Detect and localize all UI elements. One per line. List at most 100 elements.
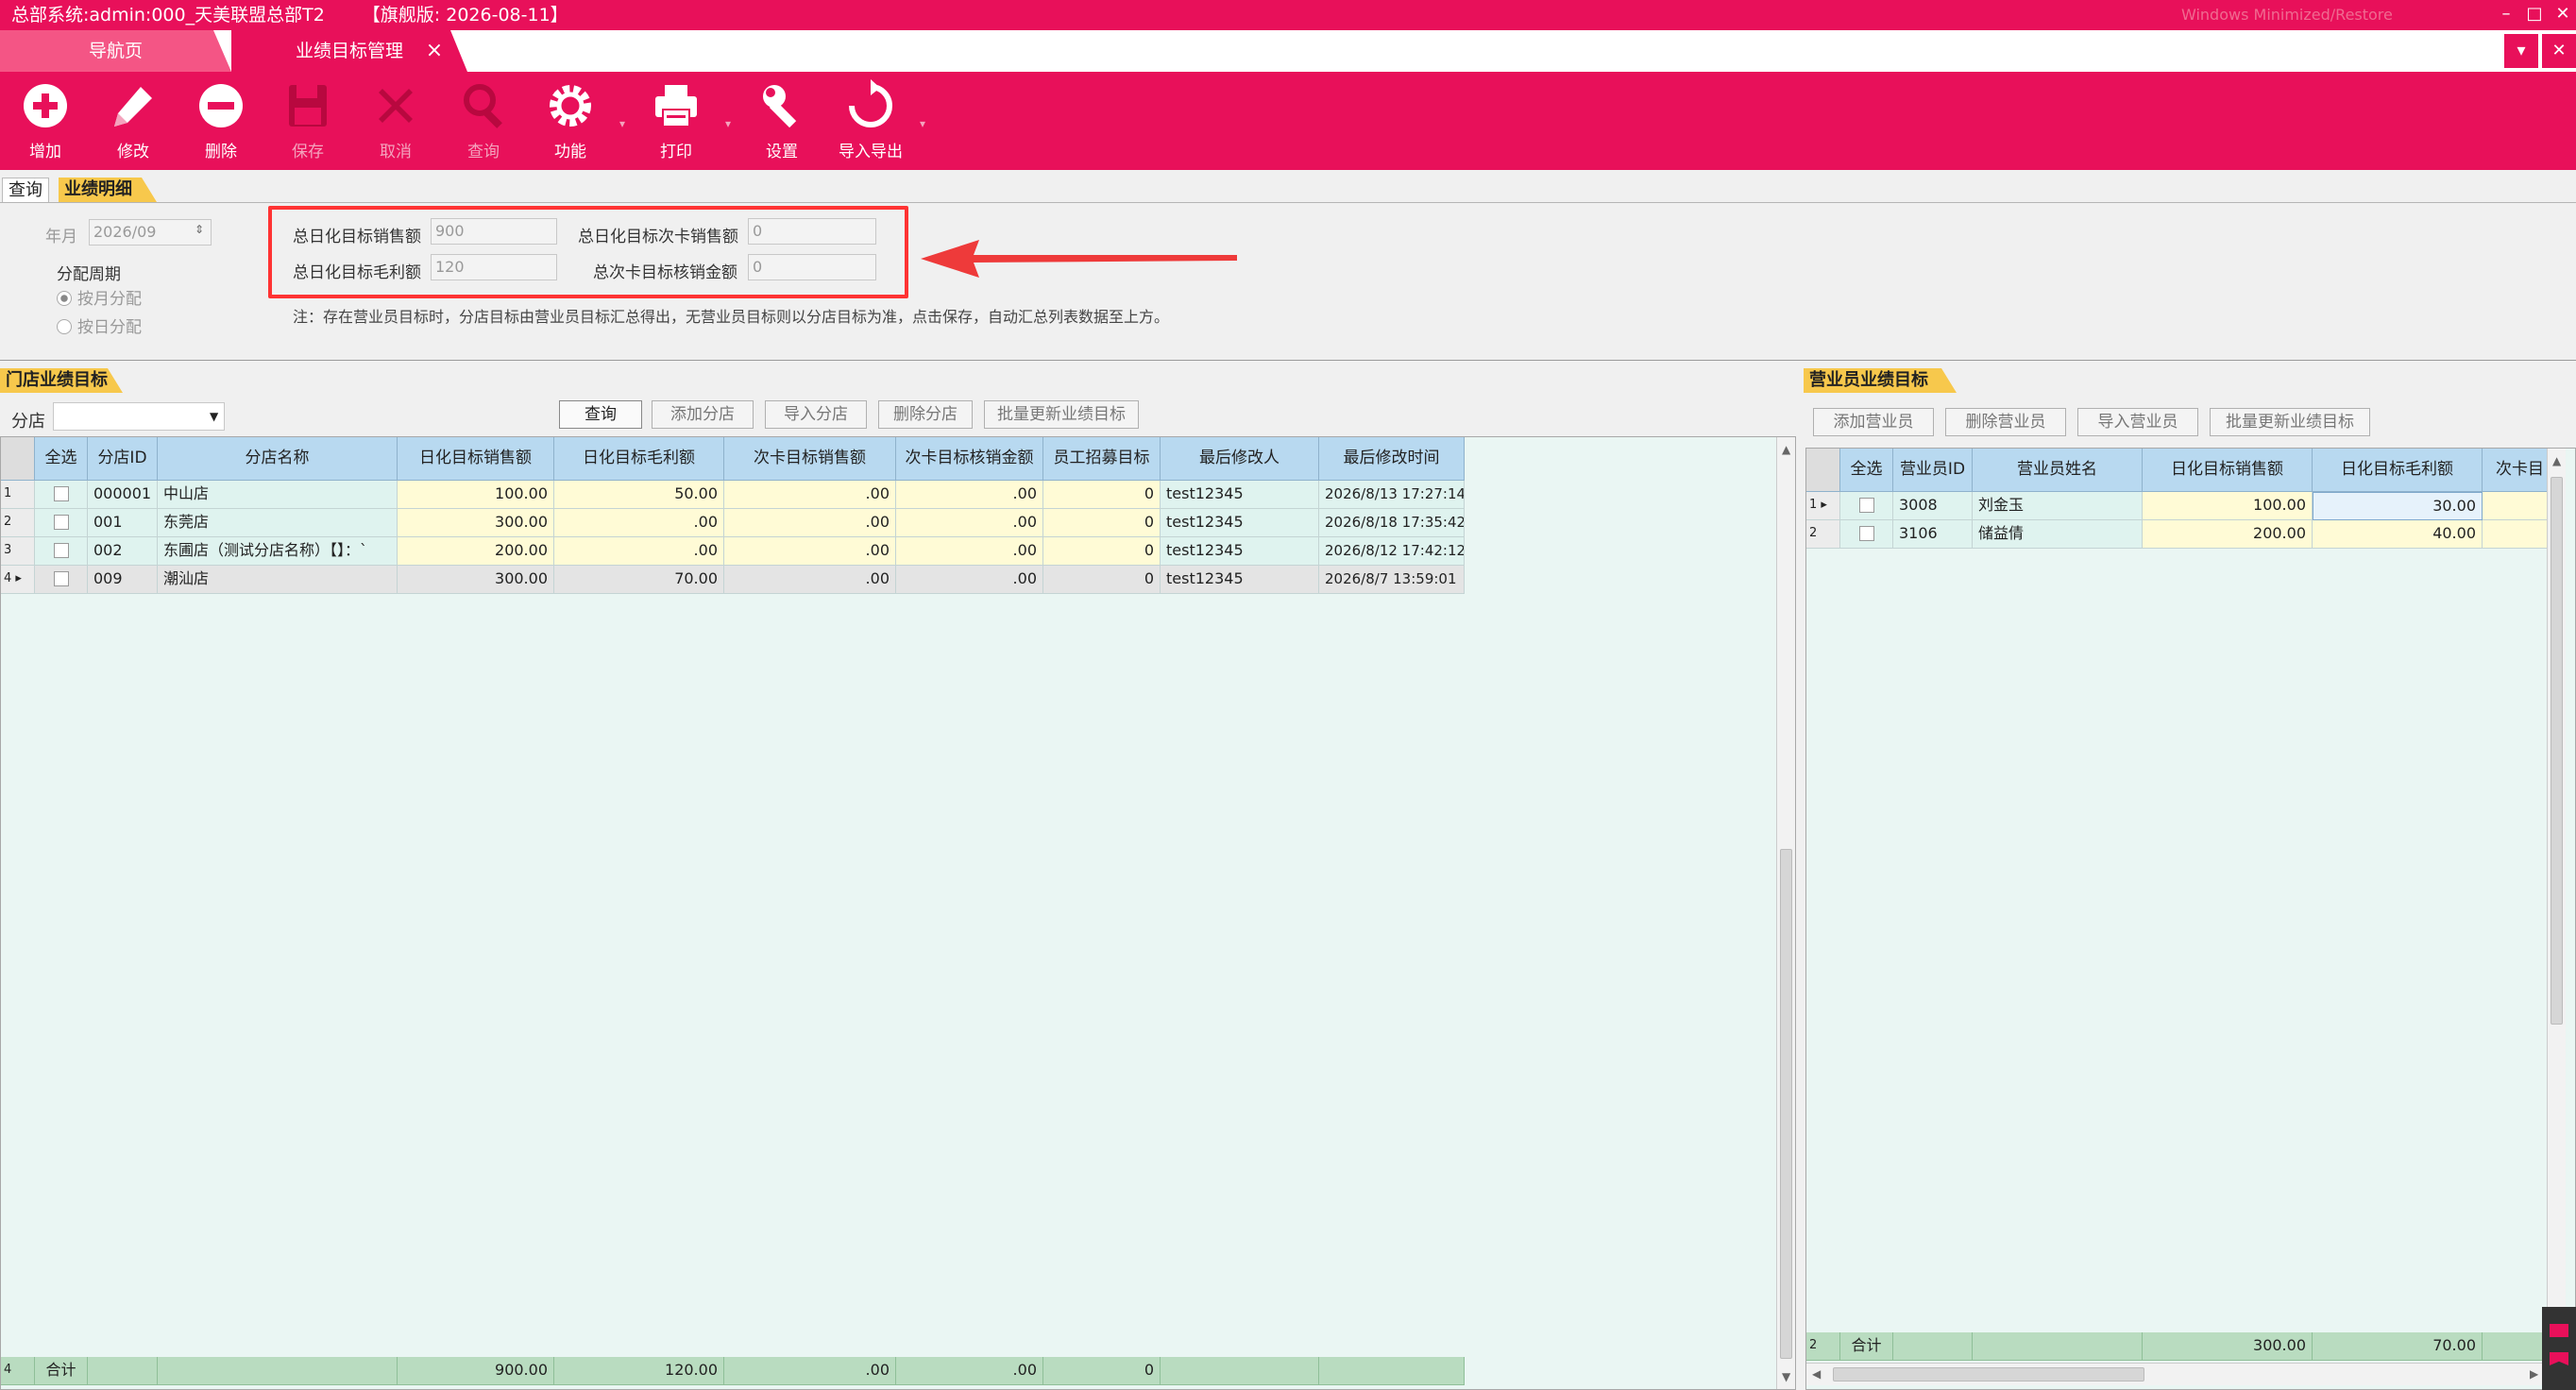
toolbar: 增加 修改 删除 保存 取消 查询 功能 ▾ 打印 ▾ 设置 导入导出 ▾ [0,72,2576,170]
pencil-icon [114,87,152,127]
maximize-button[interactable]: □ [2521,0,2548,30]
version-label: 【旗舰版: 2026-08-11】 [362,5,568,25]
add-button[interactable]: 增加 [8,79,83,166]
radio-by-month[interactable]: 按月分配 [57,285,142,309]
settings-button[interactable]: 设置 [744,79,820,166]
year-month-spinner-icon[interactable]: ⇕ [195,223,204,236]
col-modified-time[interactable]: 最后修改时间 [1319,437,1465,481]
col-staff-id[interactable]: 营业员ID [1893,449,1973,492]
import-branch-button[interactable]: 导入分店 [765,400,867,429]
store-query-button[interactable]: 查询 [559,400,642,429]
staff-hscroll-thumb[interactable] [1833,1367,2144,1382]
branch-dropdown-icon[interactable]: ▼ [210,410,218,423]
save-button[interactable]: 保存 [270,79,346,166]
delete-label: 删除 [205,143,237,161]
col-branch-id[interactable]: 分店ID [88,437,158,481]
staff-scroll-thumb[interactable] [2551,477,2563,1025]
period-label: 分配周期 [57,265,121,284]
note-text: 注：存在营业员目标时，分店目标由营业员目标汇总得出，无营业员目标则以分店目标为准… [293,308,1170,326]
cancel-label: 取消 [380,143,412,161]
col-staff-select-all[interactable]: 全选 [1840,449,1893,492]
row-checkbox [53,515,69,530]
import-export-label: 导入导出 [839,143,903,161]
row-checkbox [1858,498,1874,513]
print-dropdown-icon[interactable]: ▾ [725,117,731,130]
col-modifier[interactable]: 最后修改人 [1161,437,1319,481]
plus-circle-icon [24,84,67,127]
query-button[interactable]: 查询 [446,79,521,166]
import-export-button[interactable]: 导入导出 [833,79,908,166]
window-hint: Windows Minimized/Restore [2181,6,2393,24]
store-grid: 全选 分店ID 分店名称 日化目标销售额 日化目标毛利额 次卡目标销售额 次卡目… [0,436,1796,1390]
floppy-disk-icon [289,85,327,127]
col-sales[interactable]: 日化目标销售额 [398,437,554,481]
store-scroll-thumb[interactable] [1780,849,1792,1359]
tab-navigation[interactable]: 导航页 [0,30,231,72]
import-staff-button[interactable]: 导入营业员 [2077,408,2198,436]
close-window-button[interactable]: ✕ [2550,0,2576,30]
title-bar: 总部系统:admin:000_天美联盟总部T2 【旗舰版: 2026-08-11】… [0,0,2576,30]
branch-select[interactable] [53,402,225,431]
x-cross-icon [379,89,413,123]
batch-update-staff-button[interactable]: 批量更新业绩目标 [2210,408,2370,436]
side-widget[interactable] [2542,1307,2576,1390]
function-button[interactable]: 功能 [533,79,608,166]
year-month-input[interactable]: 2026/09 [89,219,212,246]
function-dropdown-icon[interactable]: ▾ [619,117,625,130]
col-select-all[interactable]: 全选 [35,437,88,481]
col-card-sales[interactable]: 次卡目标销售额 [724,437,896,481]
tab-close-icon[interactable]: × [425,30,444,72]
close-all-tabs-icon[interactable]: ✕ [2542,34,2576,68]
annotation-arrow-icon [921,240,1237,278]
folder-icon[interactable] [2550,1324,2568,1337]
col-staff-margin[interactable]: 日化目标毛利额 [2313,449,2483,492]
printer-icon [655,85,697,127]
edit-label: 修改 [117,143,149,161]
subtab-query[interactable]: 查询 [2,178,49,202]
query-label: 查询 [467,143,500,161]
tab-strip: 导航页 业绩目标管理 × ▾ ✕ [0,30,2576,72]
delete-branch-button[interactable]: 删除分店 [878,400,973,429]
add-staff-button[interactable]: 添加营业员 [1813,408,1934,436]
year-month-label: 年月 [45,228,77,246]
store-panel-title: 门店业绩目标 [0,368,123,393]
col-margin[interactable]: 日化目标毛利额 [554,437,724,481]
edit-button[interactable]: 修改 [95,79,171,166]
add-label: 增加 [29,143,61,161]
save-label: 保存 [292,143,324,161]
store-vertical-scrollbar[interactable]: ▲ ▼ [1776,437,1795,1389]
staff-panel-title: 营业员业绩目标 [1804,368,1957,393]
subtab-detail[interactable]: 业绩明细 [59,178,157,202]
add-branch-button[interactable]: 添加分店 [652,400,754,429]
wrench-icon [763,85,797,128]
radio-by-day[interactable]: 按日分配 [57,314,142,337]
cancel-button[interactable]: 取消 [358,79,433,166]
settings-label: 设置 [766,143,798,161]
col-staff-name[interactable]: 营业员姓名 [1973,449,2143,492]
window-title: 总部系统:admin:000_天美联盟总部T2 [11,5,325,25]
col-staff-sales[interactable]: 日化目标销售额 [2143,449,2313,492]
highlight-box [268,206,908,298]
col-branch-name[interactable]: 分店名称 [158,437,398,481]
minimize-button[interactable]: – [2493,0,2519,30]
batch-update-store-button[interactable]: 批量更新业绩目标 [984,400,1139,429]
col-recruit[interactable]: 员工招募目标 [1043,437,1161,481]
staff-horizontal-scrollbar[interactable]: ◀ ▶ [1806,1363,2547,1385]
flag-icon[interactable] [2550,1352,2568,1365]
row-checkbox [53,543,69,558]
print-label: 打印 [660,143,692,161]
staff-vertical-scrollbar[interactable]: ▲ [2547,449,2566,1327]
tab-list-dropdown-icon[interactable]: ▾ [2504,34,2538,68]
row-checkbox [53,486,69,501]
col-card-writeoff[interactable]: 次卡目标核销金额 [896,437,1043,481]
row-checkbox [1858,526,1874,541]
minus-circle-icon [199,84,243,127]
print-button[interactable]: 打印 [638,79,714,166]
branch-label: 分店 [11,412,45,432]
import-export-dropdown-icon[interactable]: ▾ [920,117,925,130]
refresh-icon [849,79,892,127]
delete-button[interactable]: 删除 [183,79,259,166]
delete-staff-button[interactable]: 删除营业员 [1945,408,2066,436]
row-checkbox [53,571,69,586]
function-label: 功能 [554,143,586,161]
